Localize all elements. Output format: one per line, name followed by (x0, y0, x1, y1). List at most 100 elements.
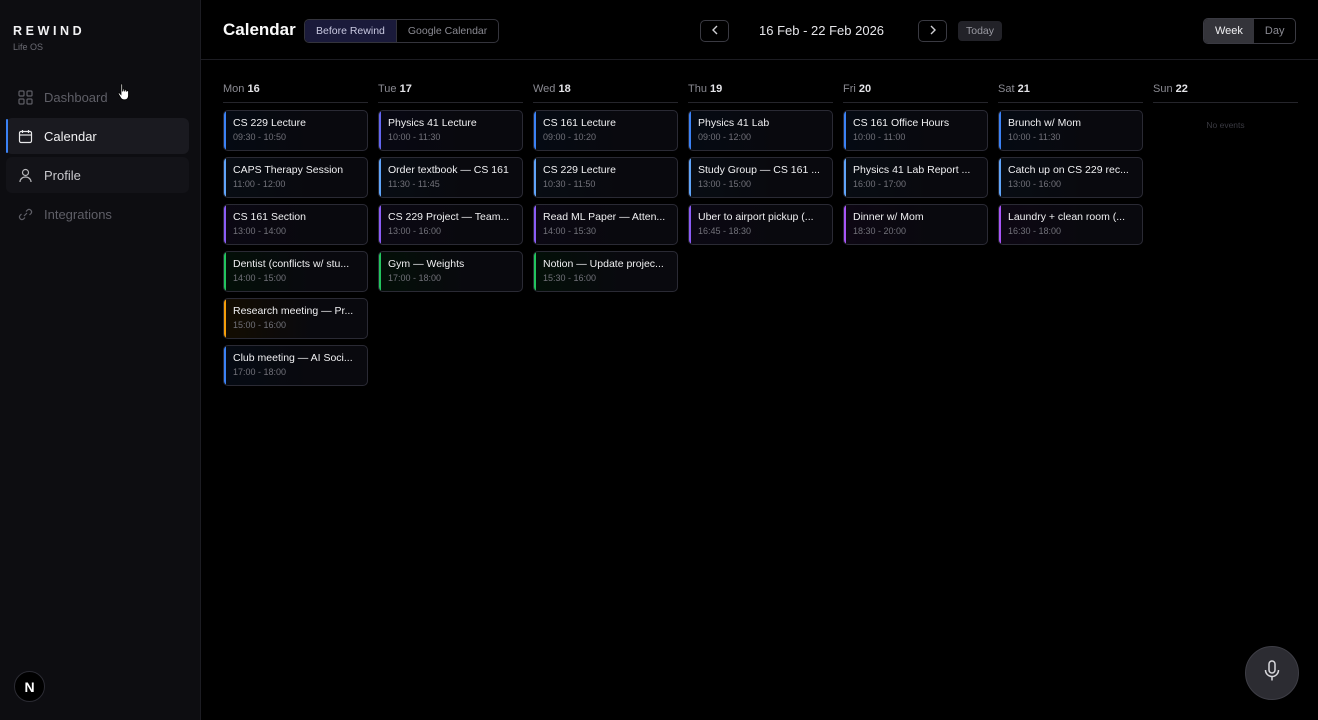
event-card[interactable]: Order textbook — CS 161 11:30 - 11:45 (378, 157, 523, 198)
page-title: Calendar (223, 20, 296, 39)
event-title: Laundry + clean room (... (1008, 211, 1126, 223)
day-header: Thu 19 (688, 80, 833, 103)
event-card[interactable]: CS 229 Lecture 09:30 - 10:50 (223, 110, 368, 151)
event-time: 13:00 - 16:00 (388, 226, 442, 236)
next-week-button[interactable] (918, 20, 947, 42)
event-title: CS 161 Section (233, 211, 306, 223)
day-header: Sat 21 (998, 80, 1143, 103)
event-card[interactable]: Uber to airport pickup (... 16:45 - 18:30 (688, 204, 833, 245)
voice-input-button[interactable] (1245, 646, 1299, 700)
event-card[interactable]: CAPS Therapy Session 11:00 - 12:00 (223, 157, 368, 198)
event-title: Research meeting — Pr... (233, 305, 354, 317)
tab-day[interactable]: Day (1254, 19, 1296, 43)
prev-week-button[interactable] (700, 20, 729, 42)
event-card[interactable]: Catch up on CS 229 rec... 13:00 - 16:00 (998, 157, 1143, 198)
event-time: 10:00 - 11:30 (388, 132, 441, 142)
day-date: 22 (1175, 83, 1188, 95)
day-header: Sun 22 (1153, 80, 1298, 103)
event-card[interactable]: Physics 41 Lab Report ... 16:00 - 17:00 (843, 157, 988, 198)
day-date: 20 (858, 83, 872, 95)
event-title: Notion — Update projec... (543, 258, 664, 270)
day-header: Fri 20 (843, 80, 988, 103)
event-card[interactable]: Physics 41 Lecture 10:00 - 11:30 (378, 110, 523, 151)
event-card[interactable]: CS 161 Section 13:00 - 14:00 (223, 204, 368, 245)
event-time: 10:00 - 11:00 (853, 132, 906, 142)
day-of-week: Sun (1153, 83, 1173, 95)
sidebar: REWIND Life OS Dashboard Calendar Profil… (0, 0, 201, 720)
day-header: Tue 17 (378, 80, 523, 103)
event-time: 14:00 - 15:00 (233, 273, 287, 283)
sidebar-item-calendar[interactable]: Calendar (6, 118, 189, 154)
day-of-week: Mon (223, 83, 245, 95)
event-title: Catch up on CS 229 rec... (1008, 164, 1129, 176)
sidebar-item-label: Integrations (44, 206, 112, 222)
event-card[interactable]: Laundry + clean room (... 16:30 - 18:00 (998, 204, 1143, 245)
chevron-left-icon (711, 22, 719, 40)
sidebar-item-dashboard[interactable]: Dashboard (6, 79, 189, 115)
event-time: 10:00 - 11:30 (1008, 132, 1061, 142)
view-toggle: Week Day (1203, 18, 1297, 44)
event-card[interactable]: Brunch w/ Mom 10:00 - 11:30 (998, 110, 1143, 151)
day-column-tue: Tue 17 Physics 41 Lecture 10:00 - 11:30 Ord… (378, 80, 523, 298)
chevron-right-icon (929, 22, 937, 40)
event-card[interactable]: CS 229 Lecture 10:30 - 11:50 (533, 157, 678, 198)
day-date: 21 (1017, 83, 1030, 95)
hand-cursor-icon (117, 83, 131, 106)
event-time: 09:00 - 12:00 (698, 132, 752, 142)
day-date: 16 (247, 83, 260, 95)
event-time: 17:00 - 18:00 (233, 367, 287, 377)
day-date: 19 (710, 83, 723, 95)
event-title: CS 161 Office Hours (853, 117, 950, 129)
calendar-icon (16, 127, 34, 145)
day-header: Wed 18 (533, 80, 678, 103)
event-card[interactable]: Club meeting — AI Soci... 17:00 - 18:00 (223, 345, 368, 386)
day-column-wed: Wed 18 CS 161 Lecture 09:00 - 10:20 CS 229 … (533, 80, 678, 298)
event-card[interactable]: Notion — Update projec... 15:30 - 16:00 (533, 251, 678, 292)
event-title: Dinner w/ Mom (853, 211, 924, 223)
day-date: 18 (558, 83, 571, 95)
event-title: CS 161 Lecture (543, 117, 616, 129)
event-card[interactable]: CS 161 Lecture 09:00 - 10:20 (533, 110, 678, 151)
event-card[interactable]: CS 229 Project — Team... 13:00 - 16:00 (378, 204, 523, 245)
event-list: No events (1153, 120, 1298, 130)
event-card[interactable]: Gym — Weights 17:00 - 18:00 (378, 251, 523, 292)
event-card[interactable]: Study Group — CS 161 ... 13:00 - 15:00 (688, 157, 833, 198)
today-button[interactable]: Today (958, 21, 1003, 41)
event-time: 13:00 - 14:00 (233, 226, 287, 236)
avatar[interactable]: N (14, 671, 45, 702)
day-of-week: Wed (533, 83, 556, 95)
tab-before-rewind[interactable]: Before Rewind (305, 20, 397, 42)
event-card[interactable]: Research meeting — Pr... 15:00 - 16:00 (223, 298, 368, 339)
sidebar-item-label: Dashboard (44, 89, 108, 105)
event-time: 13:00 - 16:00 (1008, 179, 1062, 189)
tab-google-calendar[interactable]: Google Calendar (397, 20, 498, 42)
link-icon (16, 205, 34, 223)
event-card[interactable]: CS 161 Office Hours 10:00 - 11:00 (843, 110, 988, 151)
sidebar-item-label: Profile (44, 167, 81, 183)
sidebar-item-label: Calendar (44, 128, 97, 144)
event-card[interactable]: Dentist (conflicts w/ stu... 14:00 - 15:0… (223, 251, 368, 292)
event-title: Gym — Weights (388, 258, 465, 270)
day-of-week: Thu (688, 83, 707, 95)
event-card[interactable]: Physics 41 Lab 09:00 - 12:00 (688, 110, 833, 151)
day-column-fri: Fri 20 CS 161 Office Hours 10:00 - 11:00 Ph… (843, 80, 988, 251)
event-title: CAPS Therapy Session (233, 164, 344, 176)
event-card[interactable]: Dinner w/ Mom 18:30 - 20:00 (843, 204, 988, 245)
event-list: Brunch w/ Mom 10:00 - 11:30 Catch up on CS… (998, 110, 1143, 245)
day-column-mon: Mon 16 CS 229 Lecture 09:30 - 10:50 CAPS Th… (223, 80, 368, 392)
day-column-thu: Thu 19 Physics 41 Lab 09:00 - 12:00 Study G… (688, 80, 833, 251)
event-list: CS 161 Office Hours 10:00 - 11:00 Physics … (843, 110, 988, 245)
event-title: CS 229 Lecture (543, 164, 616, 176)
day-column-sun: Sun 22 No events (1153, 80, 1298, 130)
sidebar-item-integrations[interactable]: Integrations (6, 196, 189, 232)
event-title: Club meeting — AI Soci... (233, 352, 353, 364)
sidebar-item-profile[interactable]: Profile (6, 157, 189, 193)
tab-week[interactable]: Week (1204, 19, 1254, 43)
event-title: Physics 41 Lab (698, 117, 770, 129)
day-column-sat: Sat 21 Brunch w/ Mom 10:00 - 11:30 Catch up… (998, 80, 1143, 251)
day-of-week: Tue (378, 83, 397, 95)
event-title: Physics 41 Lecture (388, 117, 477, 129)
event-list: Physics 41 Lab 09:00 - 12:00 Study Group —… (688, 110, 833, 245)
event-card[interactable]: Read ML Paper — Atten... 14:00 - 15:30 (533, 204, 678, 245)
day-of-week: Fri (843, 83, 856, 95)
